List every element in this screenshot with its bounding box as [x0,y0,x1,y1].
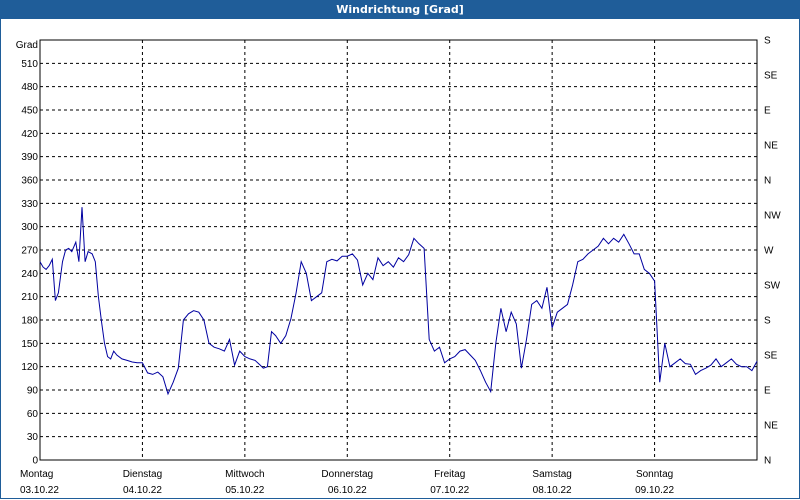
x-tick-day-label: Freitag [434,469,465,480]
right-axis-label: NW [764,211,781,222]
y-tick-label: 210 [21,292,38,303]
x-tick-day-label: Dienstag [123,469,162,480]
right-axis-label: S [764,36,771,47]
y-axis-title: Grad [16,40,38,51]
x-tick-date-label: 04.10.22 [123,485,162,496]
y-tick-label: 270 [21,246,38,257]
right-axis-label: SE [764,351,778,362]
right-axis-label: N [764,176,771,187]
y-tick-label: 120 [21,362,38,373]
y-tick-label: 450 [21,106,38,117]
x-tick-date-label: 06.10.22 [328,485,367,496]
y-tick-label: 150 [21,339,38,350]
y-tick-label: 510 [21,59,38,70]
y-tick-label: 30 [27,432,39,443]
x-tick-date-label: 05.10.22 [225,485,264,496]
y-tick-label: 90 [27,386,39,397]
axis-layer: 0 30 60 90 120 150 180 210 240 270 300 330 360 390 420… [20,36,781,497]
y-tick-label: 240 [21,269,38,280]
y-tick-label: 420 [21,129,38,140]
right-axis-label: N [764,456,771,467]
y-tick-label: 480 [21,82,38,93]
right-axis-label: E [764,106,771,117]
x-tick-date-label: 09.10.22 [635,485,674,496]
y-tick-label: 390 [21,152,38,163]
y-tick-label: 180 [21,316,38,327]
right-axis-label: E [764,386,771,397]
x-tick-date-label: 07.10.22 [430,485,469,496]
right-axis-label: NE [764,421,778,432]
x-tick-day-label: Samstag [532,469,571,480]
x-tick-date-label: 03.10.22 [20,485,59,496]
series-layer [39,207,758,396]
right-axis-label: S [764,316,771,327]
series-line-wind-direction [39,207,758,396]
y-tick-label: 330 [21,199,38,210]
plot-area-border [39,39,758,461]
grid-layer [40,40,757,460]
y-tick-label: 0 [32,456,38,467]
right-axis-label: W [764,246,774,257]
y-tick-label: 60 [27,409,39,420]
x-tick-day-label: Sonntag [636,469,673,480]
x-tick-day-label: Montag [20,469,53,480]
y-tick-label: 300 [21,222,38,233]
y-tick-label: 360 [21,176,38,187]
right-axis-label: SE [764,71,778,82]
right-axis-label: SW [764,281,781,292]
right-axis-label: NE [764,141,778,152]
wind-direction-chart: 0 30 60 90 120 150 180 210 240 270 300 330 360 390 420… [16,36,781,497]
x-tick-day-label: Donnerstag [321,469,373,480]
x-tick-day-label: Mittwoch [225,469,264,480]
x-tick-date-label: 08.10.22 [533,485,572,496]
